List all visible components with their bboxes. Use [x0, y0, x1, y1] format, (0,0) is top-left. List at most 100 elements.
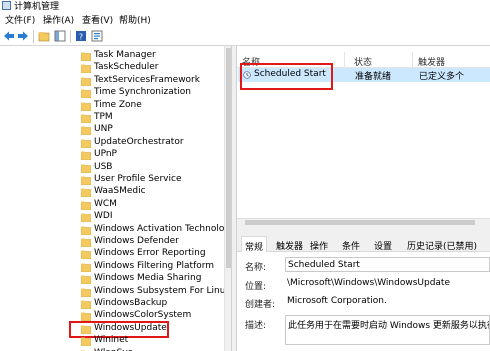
- tab-history[interactable]: 历史记录(已禁用): [407, 236, 477, 252]
- folder-icon: [81, 213, 91, 223]
- tab-conditions[interactable]: 条件: [342, 236, 360, 252]
- menu-action[interactable]: 操作(A): [43, 13, 74, 26]
- tree-item[interactable]: Windows Defender: [81, 236, 231, 249]
- tree-vertical-scrollbar[interactable]: [224, 46, 231, 351]
- author-value: Microsoft Corporation.: [287, 296, 387, 306]
- tree-item-label: Time Synchronization: [94, 87, 191, 98]
- toolbar: ?: [0, 27, 490, 46]
- folder-icon: [81, 89, 91, 99]
- name-label: 名称:: [245, 263, 267, 273]
- window-title: 计算机管理: [14, 2, 60, 12]
- tab-triggers[interactable]: 触发器: [276, 236, 303, 252]
- tree-item-label: Windows Subsystem For Linux: [94, 285, 231, 296]
- tree-item-label: User Profile Service: [94, 174, 182, 184]
- tree-item-label: Windows Activation Technologies: [94, 223, 231, 234]
- tree-item-label: USB: [94, 161, 113, 172]
- folder-icon: [81, 176, 91, 185]
- folder-icon: [81, 238, 91, 247]
- folder-icon: [81, 77, 91, 86]
- tree-item[interactable]: Windows Subsystem For Linux: [81, 285, 231, 299]
- tree-item-label: TPM: [94, 112, 113, 122]
- computer-management-icon: [2, 1, 11, 10]
- menu-file[interactable]: 文件(F): [5, 13, 35, 26]
- tree-item-label: TextServicesFramework: [94, 74, 200, 85]
- tab-settings[interactable]: 设置: [374, 236, 392, 252]
- detail-tabs: 常规 触发器 操作 条件 设置 历史记录(已禁用): [237, 234, 490, 253]
- tree-item[interactable]: WDI: [81, 211, 231, 224]
- tree-item[interactable]: WaaSMedic: [81, 186, 231, 199]
- tree-item[interactable]: Time Synchronization: [81, 87, 231, 100]
- folder-icon: [81, 102, 91, 111]
- tab-general[interactable]: 常规: [241, 236, 268, 253]
- tree-item[interactable]: TPM: [81, 112, 231, 125]
- panel-separator: [237, 226, 490, 234]
- folder-icon: [81, 139, 91, 148]
- tree-item[interactable]: Windows Activation Technologies: [81, 223, 231, 237]
- author-label: 创建者:: [245, 300, 276, 310]
- menu-view[interactable]: 查看(V): [82, 13, 113, 26]
- tree-item-label: UpdateOrchestrator: [94, 136, 184, 147]
- help-icon[interactable]: ?: [75, 30, 87, 42]
- menu-help[interactable]: 帮助(H): [119, 13, 151, 26]
- column-status[interactable]: 状态: [354, 55, 372, 68]
- tree-item[interactable]: TaskScheduler: [81, 62, 231, 75]
- forward-arrow-icon[interactable]: [17, 30, 29, 42]
- up-folder-icon[interactable]: [38, 30, 50, 42]
- highlight-box-task: [240, 63, 333, 90]
- tree-item-label: UNP: [94, 124, 113, 135]
- location-label: 位置:: [245, 282, 267, 292]
- folder-icon: [81, 300, 91, 309]
- tree-item-label: WindowsBackup: [94, 298, 168, 308]
- folder-icon: [81, 288, 91, 297]
- tree-pane: Task Manager TaskScheduler TextServicesFra…: [0, 46, 231, 351]
- tree-item-label: WDI: [94, 211, 113, 222]
- task-list-horizontal-scrollbar[interactable]: [237, 218, 490, 226]
- tree-item-label: Task Manager: [94, 50, 156, 60]
- folder-icon: [81, 164, 91, 173]
- folder-icon: [81, 263, 91, 272]
- tree-item[interactable]: UNP: [81, 124, 231, 137]
- tree-item[interactable]: TextServicesFramework: [81, 74, 231, 88]
- folder-icon: [81, 64, 91, 74]
- folder-icon: [81, 226, 91, 235]
- tree-item-label: WindowsColorSystem: [94, 310, 192, 321]
- tree-item[interactable]: UpdateOrchestrator: [81, 136, 231, 150]
- tab-actions[interactable]: 操作: [310, 236, 328, 252]
- tree-item-label: WlanSvc: [94, 348, 133, 351]
- folder-icon: [81, 188, 91, 198]
- description-field[interactable]: 此任务用于在需要时启动 Windows 更新服务以执行计划: [285, 315, 490, 345]
- folder-icon: [81, 250, 91, 260]
- folder-icon: [81, 201, 91, 210]
- show-hide-tree-icon[interactable]: [54, 30, 66, 42]
- tree-item-label: UPnP: [94, 149, 117, 160]
- tree-item-label: TaskScheduler: [94, 62, 159, 73]
- tree-item-label: Windows Filtering Platform: [94, 260, 215, 271]
- name-field[interactable]: Scheduled Start: [285, 257, 490, 272]
- tree-item-label: WaaSMedic: [94, 186, 146, 197]
- tree-item-label: Windows Defender: [94, 236, 179, 246]
- task-triggers: 已定义多个: [419, 72, 465, 82]
- svg-text:?: ?: [79, 33, 83, 42]
- menu-bar: 文件(F) 操作(A) 查看(V) 帮助(H): [0, 12, 490, 27]
- tree-item[interactable]: USB: [81, 161, 231, 175]
- column-triggers[interactable]: 触发器: [418, 55, 445, 68]
- tree-item-label: Windows Error Reporting: [94, 248, 206, 259]
- folder-icon: [81, 337, 91, 347]
- tree-item[interactable]: Windows Error Reporting: [81, 248, 231, 261]
- tree-item[interactable]: WCM: [81, 198, 231, 212]
- task-status: 准备就绪: [355, 72, 392, 82]
- tree-item[interactable]: Task Manager: [81, 50, 231, 63]
- tree-item[interactable]: Windows Media Sharing: [81, 273, 231, 286]
- tree-item[interactable]: Time Zone: [81, 99, 231, 113]
- tree-item[interactable]: User Profile Service: [81, 174, 231, 187]
- back-arrow-icon[interactable]: [3, 30, 15, 42]
- tree-item[interactable]: Wininet: [81, 335, 231, 348]
- properties-icon[interactable]: [91, 30, 103, 42]
- tree-item-label: Time Zone: [94, 99, 142, 110]
- tree-item[interactable]: WindowsBackup: [81, 298, 231, 311]
- folder-icon: [81, 52, 91, 61]
- tree-item[interactable]: Windows Filtering Platform: [81, 260, 231, 274]
- tree-item[interactable]: UPnP: [81, 149, 231, 162]
- tree-item-label: WCM: [94, 198, 117, 209]
- folder-icon: [81, 275, 91, 285]
